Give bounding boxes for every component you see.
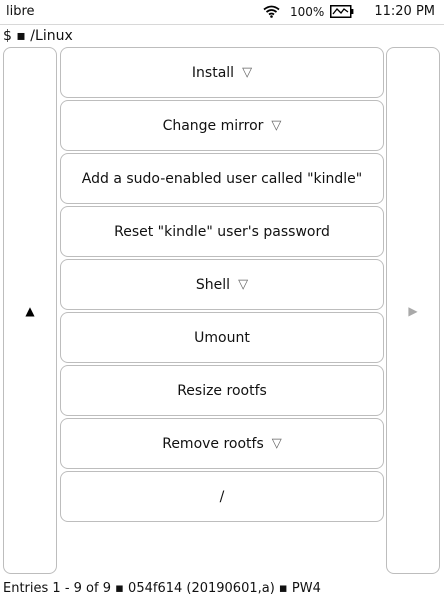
menu-item-resize-rootfs[interactable]: Resize rootfs <box>60 365 384 416</box>
menu-item-label: Shell <box>195 276 231 293</box>
footer-status: Entries 1 - 9 of 9 ▪ 054f614 (20190601,a… <box>3 581 321 596</box>
menu-item-label: Install <box>191 64 235 81</box>
submenu-caret-icon: ▽ <box>271 118 282 133</box>
menu-item-root[interactable]: / <box>60 471 384 522</box>
device-name: libre <box>6 4 35 19</box>
submenu-caret-icon: ▽ <box>238 277 249 292</box>
menu-item-label: Add a sudo-enabled user called "kindle" <box>81 170 363 187</box>
menu-item-umount[interactable]: Umount <box>60 312 384 363</box>
clock: 11:20 PM <box>374 4 435 19</box>
next-page-button[interactable]: ▶ <box>386 47 440 574</box>
battery-percent: 100% <box>290 4 325 19</box>
battery-charging-icon <box>330 5 354 18</box>
up-arrow-icon: ▲ <box>25 303 35 318</box>
menu-item-reset-password[interactable]: Reset "kindle" user's password <box>60 206 384 257</box>
menu-item-label: Reset "kindle" user's password <box>114 223 330 240</box>
wifi-icon <box>263 5 280 18</box>
menu-item-shell[interactable]: Shell ▽ <box>60 259 384 310</box>
menu-item-change-mirror[interactable]: Change mirror ▽ <box>60 100 384 151</box>
menu-item-install[interactable]: Install ▽ <box>60 47 384 98</box>
menu-list: Install ▽ Change mirror ▽ Add a sudo-ena… <box>60 47 384 524</box>
status-indicators: 100% 11:20 PM <box>263 4 435 19</box>
breadcrumb-path: $ ▪ /Linux <box>3 28 73 44</box>
menu-item-label: Resize rootfs <box>177 382 267 399</box>
submenu-caret-icon: ▽ <box>242 65 253 80</box>
prev-page-button[interactable]: ▲ <box>3 47 57 574</box>
menu-item-label: Change mirror <box>162 117 264 134</box>
status-bar: libre 100% 11:20 PM <box>0 0 444 25</box>
right-arrow-icon: ▶ <box>408 303 418 318</box>
menu-item-label: Umount <box>194 329 250 346</box>
menu-item-label: Remove rootfs <box>162 435 264 452</box>
menu-item-remove-rootfs[interactable]: Remove rootfs ▽ <box>60 418 384 469</box>
menu-item-label: / <box>219 488 225 505</box>
submenu-caret-icon: ▽ <box>271 436 282 451</box>
menu-item-add-user[interactable]: Add a sudo-enabled user called "kindle" <box>60 153 384 204</box>
